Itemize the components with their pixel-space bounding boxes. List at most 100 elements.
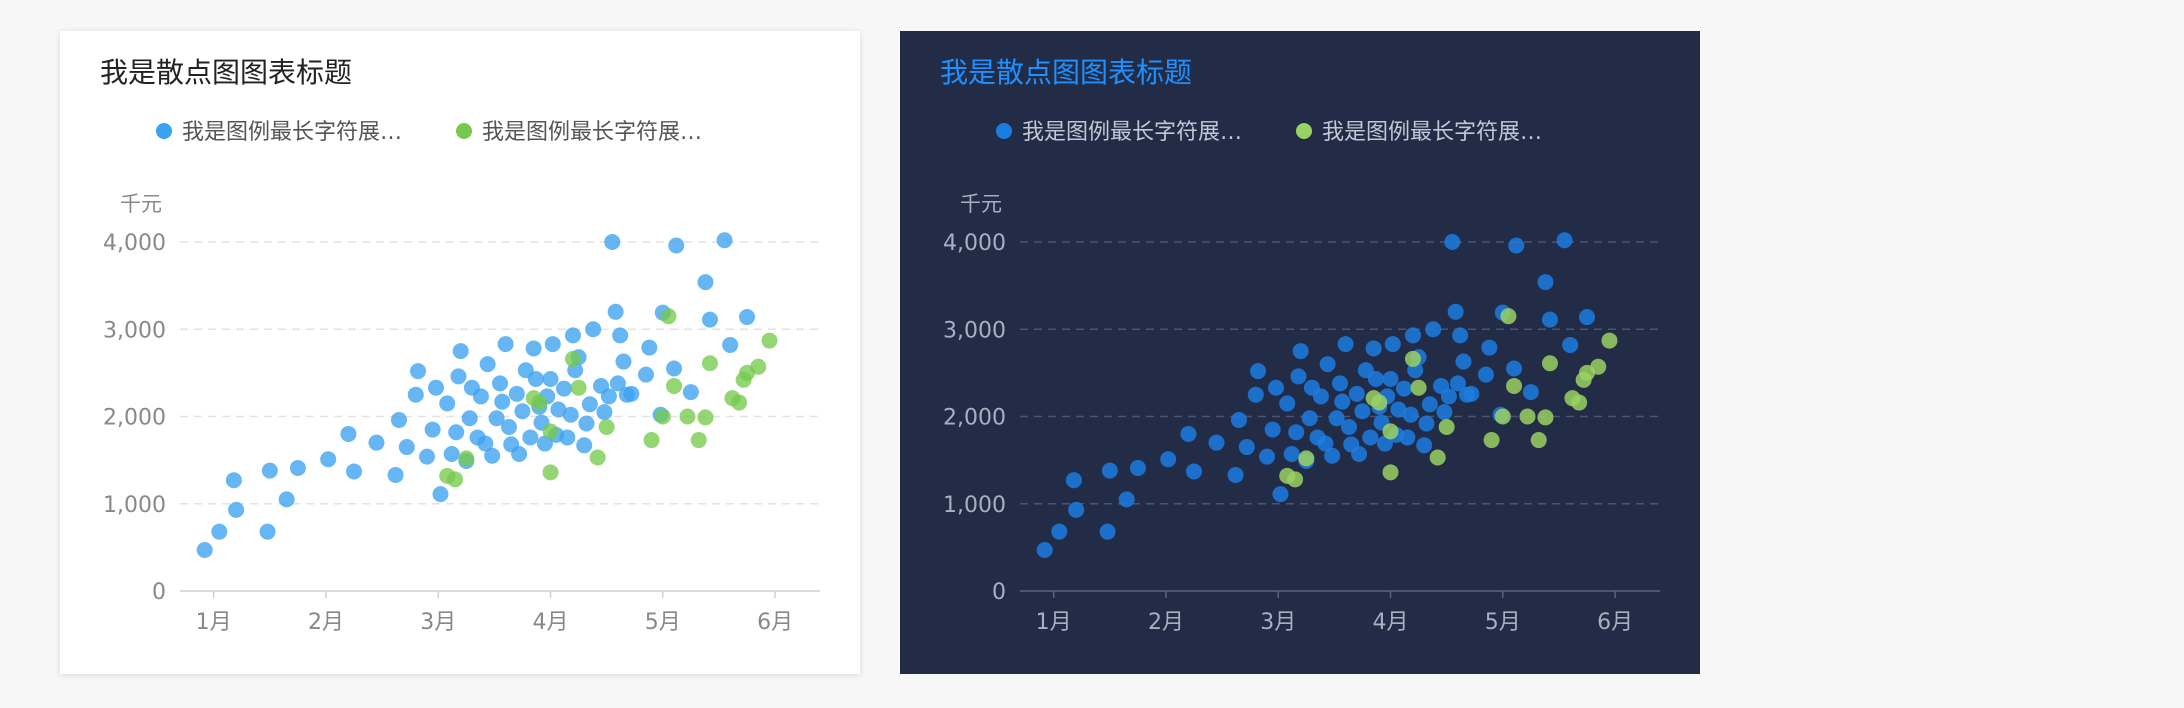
legend-label: 我是图例最长字符展… bbox=[1322, 120, 1542, 145]
data-point-series-1 bbox=[600, 388, 617, 405]
legend-marker bbox=[1296, 123, 1312, 139]
data-point-series-1 bbox=[1247, 386, 1264, 403]
data-point-series-1 bbox=[1508, 237, 1525, 254]
data-point-series-2 bbox=[679, 408, 696, 425]
data-point-series-1 bbox=[1301, 410, 1318, 427]
data-point-series-1 bbox=[1447, 303, 1464, 320]
data-point-series-2 bbox=[1519, 408, 1536, 425]
data-point-series-1 bbox=[1129, 459, 1146, 476]
data-point-series-1 bbox=[1399, 429, 1416, 446]
data-point-series-1 bbox=[225, 472, 242, 489]
y-tick-label: 1,000 bbox=[103, 493, 166, 518]
x-tick-label: 1月 bbox=[1036, 610, 1072, 635]
data-point-series-2 bbox=[1438, 418, 1455, 435]
data-point-series-1 bbox=[623, 385, 640, 402]
data-point-series-1 bbox=[479, 356, 496, 373]
data-point-series-1 bbox=[346, 463, 363, 480]
data-point-series-1 bbox=[419, 448, 436, 465]
data-point-series-1 bbox=[1259, 448, 1276, 465]
data-point-series-1 bbox=[424, 421, 441, 438]
legend-label: 我是图例最长字符展… bbox=[182, 120, 402, 145]
data-point-series-1 bbox=[1455, 353, 1472, 370]
y-tick-label: 3,000 bbox=[103, 318, 166, 343]
data-point-series-1 bbox=[1288, 424, 1305, 441]
x-tick-label: 6月 bbox=[757, 610, 793, 635]
data-point-series-1 bbox=[1118, 491, 1135, 508]
data-point-series-1 bbox=[1396, 380, 1412, 397]
data-point-series-1 bbox=[581, 396, 598, 413]
data-point-series-1 bbox=[585, 321, 602, 338]
data-point-series-1 bbox=[637, 366, 654, 383]
data-point-series-1 bbox=[1421, 396, 1438, 413]
data-point-series-1 bbox=[576, 437, 593, 454]
data-point-series-1 bbox=[1365, 340, 1382, 357]
data-point-series-1 bbox=[1279, 395, 1296, 412]
scatter-card-light: 我是散点图图表标题 我是图例最长字符展… 我是图例最长字符展… 千元 0 1,000 2,… bbox=[60, 31, 860, 674]
data-point-series-1 bbox=[407, 386, 424, 403]
data-point-series-1 bbox=[472, 388, 489, 405]
data-point-series-1 bbox=[1337, 336, 1354, 353]
data-point-series-2 bbox=[1410, 379, 1427, 396]
data-point-series-1 bbox=[666, 360, 683, 377]
data-point-series-2 bbox=[1530, 432, 1547, 449]
data-point-series-1 bbox=[1268, 379, 1284, 396]
data-point-series-2 bbox=[697, 409, 714, 426]
data-point-series-1 bbox=[544, 336, 561, 353]
data-point-series-2 bbox=[731, 394, 748, 411]
data-point-series-1 bbox=[1334, 393, 1351, 410]
data-point-series-1 bbox=[1238, 439, 1255, 456]
data-point-series-1 bbox=[1283, 446, 1300, 463]
data-point-series-1 bbox=[1272, 486, 1289, 503]
x-tick-label: 3月 bbox=[420, 610, 456, 635]
data-point-series-1 bbox=[1186, 463, 1203, 480]
scatter-chart-light: 我是图例最长字符展… 我是图例最长字符展… 千元 0 1,000 2,000 3,000 4,… bbox=[103, 120, 820, 635]
data-point-series-1 bbox=[1463, 385, 1480, 402]
data-point-series-1 bbox=[739, 309, 756, 326]
data-point-series-1 bbox=[1099, 523, 1116, 540]
data-point-series-1 bbox=[1416, 437, 1433, 454]
data-point-series-2 bbox=[1494, 408, 1511, 425]
data-point-series-1 bbox=[1418, 415, 1435, 432]
data-point-series-1 bbox=[562, 406, 579, 423]
data-point-series-1 bbox=[1348, 385, 1365, 402]
data-point-series-1 bbox=[1537, 274, 1554, 291]
y-tick-label: 0 bbox=[152, 580, 166, 605]
data-point-series-1 bbox=[1436, 404, 1453, 421]
data-point-series-2 bbox=[1500, 308, 1517, 325]
legend-marker bbox=[996, 123, 1012, 139]
data-point-series-1 bbox=[1208, 434, 1225, 451]
data-point-series-2 bbox=[458, 450, 475, 467]
data-point-series-1 bbox=[682, 384, 699, 401]
x-tick-label: 1月 bbox=[196, 610, 232, 635]
data-point-series-2 bbox=[1287, 471, 1304, 488]
x-tick-label: 3月 bbox=[1260, 610, 1296, 635]
data-point-series-1 bbox=[615, 353, 632, 370]
data-point-series-1 bbox=[668, 237, 685, 254]
data-point-series-1 bbox=[1230, 411, 1247, 428]
data-point-series-2 bbox=[1404, 350, 1421, 367]
x-tick-label: 2月 bbox=[1148, 610, 1184, 635]
data-point-series-2 bbox=[1371, 394, 1388, 411]
x-tick-label: 4月 bbox=[533, 610, 569, 635]
data-point-series-1 bbox=[1340, 418, 1357, 435]
data-point-series-1 bbox=[701, 311, 718, 328]
data-point-series-1 bbox=[439, 395, 456, 412]
y-tick-label: 1,000 bbox=[943, 493, 1006, 518]
data-point-series-2 bbox=[1537, 409, 1554, 426]
data-point-series-2 bbox=[660, 308, 677, 325]
data-point-series-2 bbox=[1506, 377, 1523, 394]
data-point-series-1 bbox=[448, 424, 465, 441]
data-point-series-1 bbox=[1562, 336, 1579, 353]
data-point-series-1 bbox=[228, 501, 245, 518]
data-point-series-1 bbox=[484, 447, 501, 464]
y-axis-unit: 千元 bbox=[960, 192, 1002, 216]
data-point-series-1 bbox=[340, 425, 357, 442]
data-point-series-2 bbox=[542, 464, 559, 481]
legend-label: 我是图例最长字符展… bbox=[482, 120, 702, 145]
data-point-series-1 bbox=[508, 385, 525, 402]
data-point-series-1 bbox=[450, 368, 467, 385]
data-point-series-1 bbox=[1319, 356, 1336, 373]
data-point-series-2 bbox=[1601, 332, 1618, 349]
data-point-series-1 bbox=[604, 234, 621, 250]
data-point-series-1 bbox=[196, 541, 213, 558]
